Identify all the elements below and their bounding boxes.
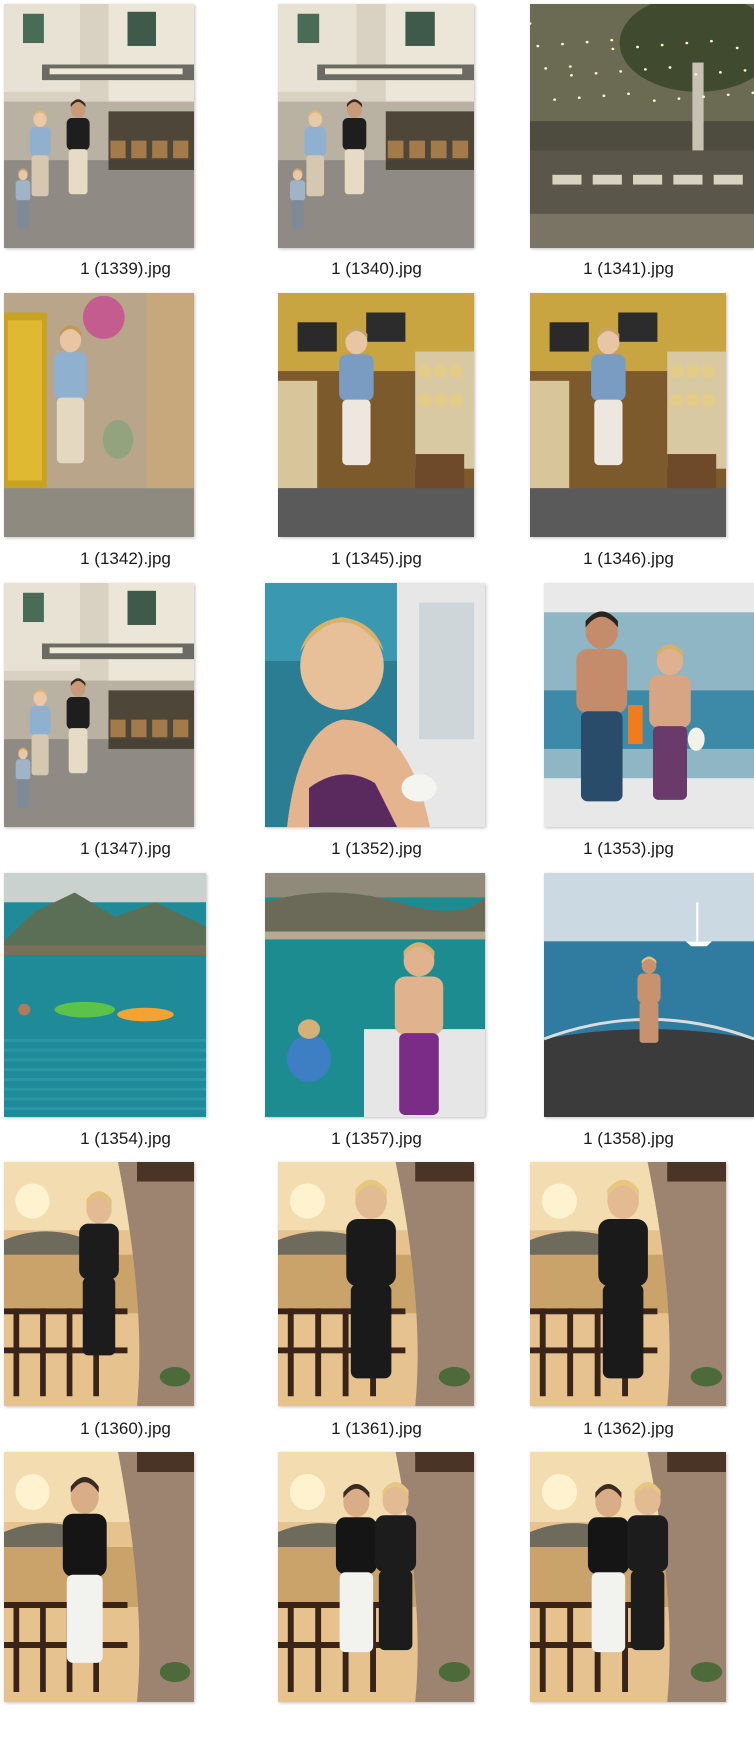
file-thumbnail[interactable] <box>265 873 485 1117</box>
file-item[interactable]: 1 (1353).jpg <box>503 580 754 870</box>
file-item[interactable] <box>251 1450 502 1740</box>
photo-preview <box>278 293 474 537</box>
photo-preview <box>265 873 485 1117</box>
file-thumbnail[interactable] <box>544 873 754 1117</box>
photo-preview <box>278 1162 474 1406</box>
file-name-label[interactable]: 1 (1340).jpg <box>251 259 502 279</box>
file-item[interactable]: 1 (1362).jpg <box>503 1160 754 1450</box>
file-thumbnail[interactable] <box>530 1452 726 1702</box>
file-name-label[interactable]: 1 (1357).jpg <box>251 1129 502 1149</box>
file-name-label[interactable]: 1 (1339).jpg <box>0 259 251 279</box>
file-name-label[interactable]: 1 (1341).jpg <box>503 259 754 279</box>
photo-preview <box>530 293 726 537</box>
photo-preview <box>4 583 194 827</box>
file-thumbnail[interactable] <box>4 1452 194 1702</box>
file-name-label[interactable]: 1 (1361).jpg <box>251 1419 502 1439</box>
file-name-label[interactable]: 1 (1345).jpg <box>251 549 502 569</box>
file-name-label[interactable]: 1 (1362).jpg <box>503 1419 754 1439</box>
file-item[interactable] <box>503 1450 754 1740</box>
file-thumbnail[interactable] <box>265 583 485 827</box>
photo-preview <box>4 293 194 537</box>
file-thumbnail[interactable] <box>4 583 194 827</box>
file-thumbnail[interactable] <box>278 1162 474 1406</box>
photo-preview <box>544 583 754 827</box>
file-name-label[interactable]: 1 (1342).jpg <box>0 549 251 569</box>
file-thumbnail[interactable] <box>4 4 194 248</box>
file-item[interactable]: 1 (1360).jpg <box>0 1160 251 1450</box>
photo-preview <box>4 4 194 248</box>
file-thumbnail[interactable] <box>544 583 754 827</box>
file-name-label[interactable]: 1 (1360).jpg <box>0 1419 251 1439</box>
photo-preview <box>4 1162 194 1406</box>
file-item[interactable]: 1 (1339).jpg <box>0 0 251 290</box>
file-thumbnail[interactable] <box>530 1162 726 1406</box>
photo-preview <box>544 873 754 1117</box>
file-item[interactable]: 1 (1346).jpg <box>503 290 754 580</box>
photo-preview <box>530 4 754 248</box>
file-item[interactable]: 1 (1347).jpg <box>0 580 251 870</box>
file-name-label[interactable]: 1 (1347).jpg <box>0 839 251 859</box>
file-item[interactable]: 1 (1354).jpg <box>0 870 251 1160</box>
file-thumbnail[interactable] <box>278 293 474 537</box>
file-item[interactable]: 1 (1340).jpg <box>251 0 502 290</box>
file-thumbnail[interactable] <box>530 293 726 537</box>
file-name-label[interactable]: 1 (1358).jpg <box>503 1129 754 1149</box>
file-thumbnail-grid: 1 (1339).jpg 1 (1340).jpg 1 (1341).jpg 1 (1… <box>0 0 754 1702</box>
file-thumbnail[interactable] <box>4 873 206 1117</box>
file-item[interactable]: 1 (1361).jpg <box>251 1160 502 1450</box>
file-item[interactable]: 1 (1357).jpg <box>251 870 502 1160</box>
file-name-label[interactable]: 1 (1354).jpg <box>0 1129 251 1149</box>
photo-preview <box>4 873 206 1117</box>
photo-preview <box>278 4 474 248</box>
file-thumbnail[interactable] <box>4 293 194 537</box>
file-thumbnail[interactable] <box>278 4 474 248</box>
file-item[interactable]: 1 (1358).jpg <box>503 870 754 1160</box>
file-name-label[interactable]: 1 (1353).jpg <box>503 839 754 859</box>
file-item[interactable]: 1 (1345).jpg <box>251 290 502 580</box>
file-thumbnail[interactable] <box>4 1162 194 1406</box>
photo-preview <box>530 1162 726 1406</box>
file-thumbnail[interactable] <box>278 1452 474 1702</box>
photo-preview <box>265 583 485 827</box>
photo-preview <box>4 1452 194 1702</box>
file-name-label[interactable]: 1 (1352).jpg <box>251 839 502 859</box>
file-item[interactable] <box>0 1450 251 1740</box>
photo-preview <box>530 1452 726 1702</box>
file-item[interactable]: 1 (1352).jpg <box>251 580 502 870</box>
file-thumbnail[interactable] <box>530 4 754 248</box>
file-item[interactable]: 1 (1342).jpg <box>0 290 251 580</box>
photo-preview <box>278 1452 474 1702</box>
file-item[interactable]: 1 (1341).jpg <box>503 0 754 290</box>
file-name-label[interactable]: 1 (1346).jpg <box>503 549 754 569</box>
